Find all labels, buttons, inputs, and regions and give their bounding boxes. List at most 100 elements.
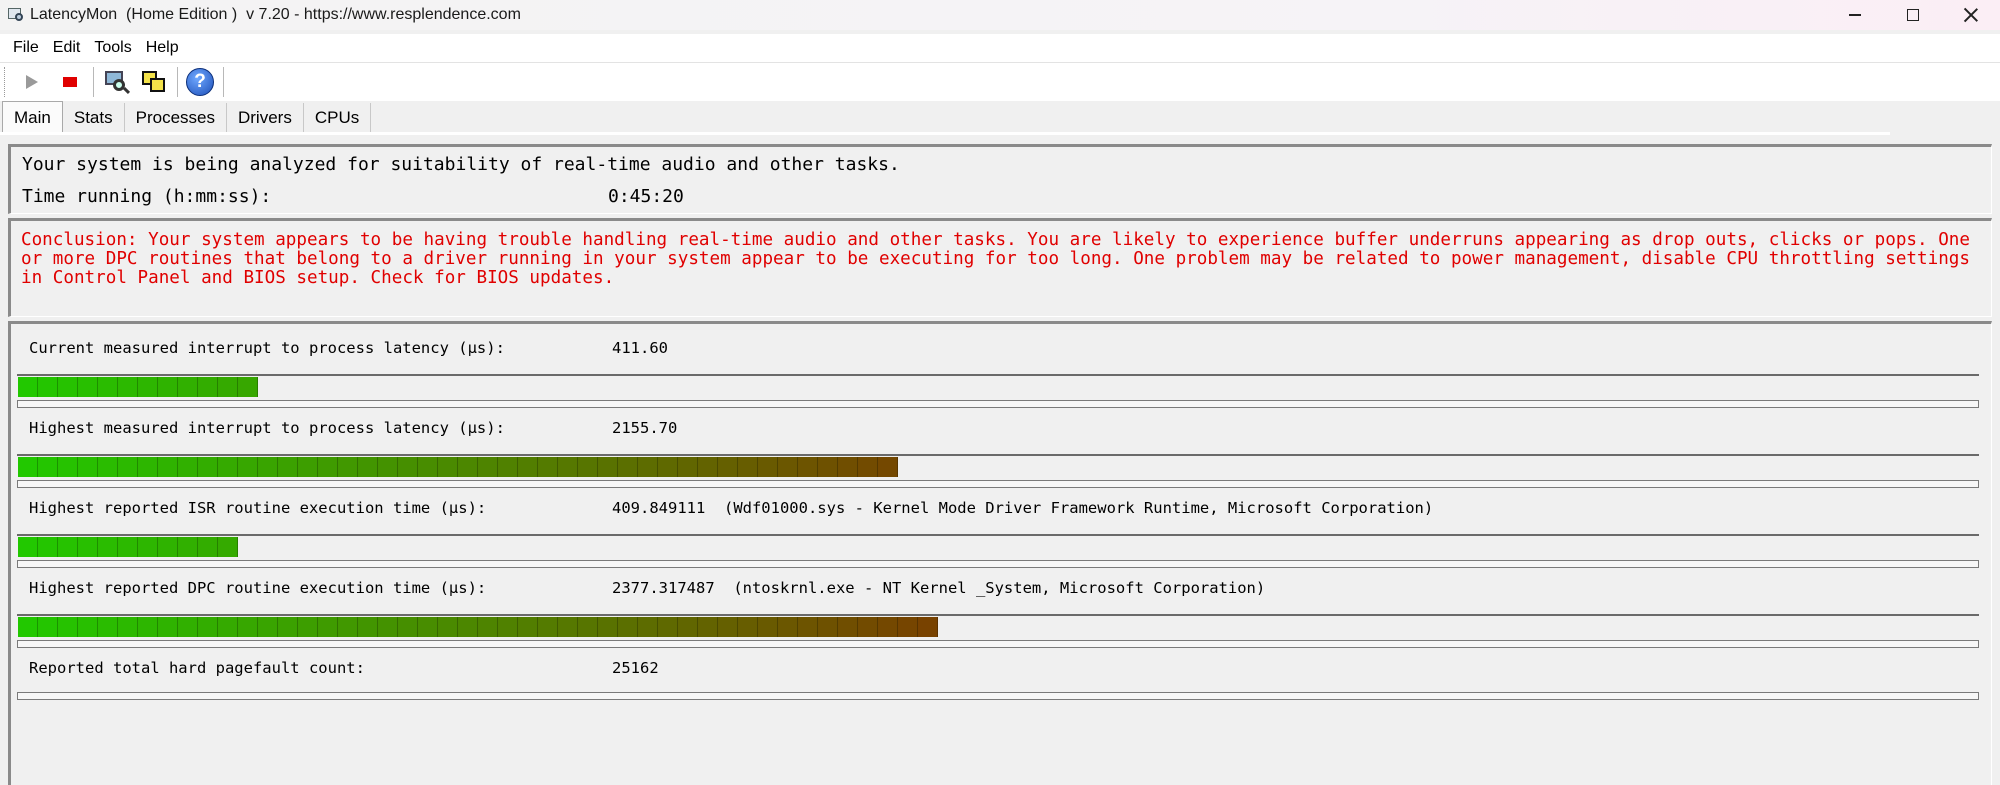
- tab-main[interactable]: Main: [2, 101, 63, 133]
- tab-stats[interactable]: Stats: [62, 103, 125, 133]
- meter-block: [158, 617, 178, 637]
- meter-block: [298, 457, 318, 477]
- toolbar-separator: [223, 67, 224, 97]
- meter-block: [838, 617, 858, 637]
- monitor-button[interactable]: [101, 67, 131, 97]
- cascade-windows-icon: [141, 69, 167, 95]
- meter-block: [518, 457, 538, 477]
- menu-help[interactable]: Help: [139, 39, 186, 57]
- close-button[interactable]: [1942, 0, 2000, 30]
- meter-block: [38, 377, 58, 397]
- meter-block: [298, 617, 318, 637]
- latencymon-app-icon: [7, 6, 25, 24]
- metric-label: Current measured interrupt to process la…: [29, 339, 505, 357]
- meter-block: [858, 457, 878, 477]
- tab-strip: Main Stats Processes Drivers CPUs: [0, 101, 2000, 133]
- meter-block: [378, 457, 398, 477]
- toolbar-grip[interactable]: [4, 67, 7, 97]
- conclusion-text: Conclusion: Your system appears to be ha…: [21, 230, 1970, 288]
- meter-block: [798, 617, 818, 637]
- meter-block: [838, 457, 858, 477]
- monitor-magnifier-icon: [103, 69, 131, 95]
- meter-block: [138, 617, 158, 637]
- meter-block: [898, 617, 918, 637]
- title-bar: LatencyMon (Home Edition ) v 7.20 - http…: [0, 0, 2000, 30]
- meter-block: [458, 457, 478, 477]
- meter-block: [38, 617, 58, 637]
- metric-value: 409.849111 (Wdf01000.sys - Kernel Mode D…: [612, 499, 1434, 517]
- minimize-button[interactable]: [1826, 0, 1884, 30]
- meter-block: [278, 617, 298, 637]
- conclusion-panel: Conclusion: Your system appears to be ha…: [8, 218, 1992, 317]
- menu-edit[interactable]: Edit: [46, 39, 88, 57]
- tab-cpus[interactable]: CPUs: [303, 103, 372, 133]
- help-button[interactable]: ?: [185, 67, 215, 97]
- stop-icon: [63, 77, 77, 87]
- meter-block: [118, 377, 138, 397]
- meter-block: [78, 377, 98, 397]
- meter-block: [258, 617, 278, 637]
- meter-block: [78, 457, 98, 477]
- meter-block: [638, 457, 658, 477]
- meter-block: [138, 377, 158, 397]
- meter-block: [538, 457, 558, 477]
- meter-block: [858, 617, 878, 637]
- meter-block: [78, 617, 98, 637]
- start-button[interactable]: [17, 67, 47, 97]
- meter-block: [138, 457, 158, 477]
- meter-block: [718, 457, 738, 477]
- toolbar-separator: [93, 67, 94, 97]
- meter-block: [58, 377, 78, 397]
- meter-block: [178, 377, 198, 397]
- meter-block: [478, 617, 498, 637]
- meter-block: [698, 617, 718, 637]
- meter-block: [98, 617, 118, 637]
- tab-processes[interactable]: Processes: [124, 103, 227, 133]
- metric-label: Highest reported DPC routine execution t…: [29, 579, 487, 597]
- meter-block: [798, 457, 818, 477]
- meter-block: [778, 457, 798, 477]
- windows-button[interactable]: [139, 67, 169, 97]
- stop-button[interactable]: [55, 67, 85, 97]
- maximize-button[interactable]: [1884, 0, 1942, 30]
- meter-block: [158, 377, 178, 397]
- menu-bar: File Edit Tools Help: [0, 34, 2000, 62]
- meter-block: [818, 617, 838, 637]
- meter-block: [678, 457, 698, 477]
- meter-block: [758, 457, 778, 477]
- meter-block: [758, 617, 778, 637]
- meter-block: [238, 457, 258, 477]
- meter-block: [698, 457, 718, 477]
- meter-block: [918, 617, 938, 637]
- meter-block: [18, 457, 38, 477]
- latency-meter: [17, 614, 1979, 648]
- meter-block: [878, 457, 898, 477]
- meter-block: [658, 457, 678, 477]
- metrics-panel: Current measured interrupt to process la…: [8, 321, 1992, 785]
- metric-value: 411.60: [612, 339, 668, 357]
- meter-block: [138, 537, 158, 557]
- meter-block: [338, 457, 358, 477]
- menu-tools[interactable]: Tools: [87, 39, 138, 57]
- metric-value: 2377.317487 (ntoskrnl.exe - NT Kernel _S…: [612, 579, 1266, 597]
- metric-label: Highest reported ISR routine execution t…: [29, 499, 487, 517]
- meter-block: [558, 617, 578, 637]
- tab-drivers[interactable]: Drivers: [226, 103, 304, 133]
- meter-block: [318, 617, 338, 637]
- metric-label: Highest measured interrupt to process la…: [29, 419, 505, 437]
- meter-block: [118, 617, 138, 637]
- meter-block: [598, 457, 618, 477]
- meter-block: [118, 537, 138, 557]
- meter-block: [98, 377, 118, 397]
- meter-block: [678, 617, 698, 637]
- menu-file[interactable]: File: [6, 39, 46, 57]
- meter-block: [118, 457, 138, 477]
- meter-block: [738, 457, 758, 477]
- meter-block: [438, 457, 458, 477]
- meter-block: [78, 537, 98, 557]
- meter-block: [178, 617, 198, 637]
- time-running-label: Time running (h:mm:ss):: [22, 186, 272, 207]
- analysis-status-text: Your system is being analyzed for suitab…: [22, 154, 900, 175]
- meter-block: [178, 457, 198, 477]
- meter-block: [218, 377, 238, 397]
